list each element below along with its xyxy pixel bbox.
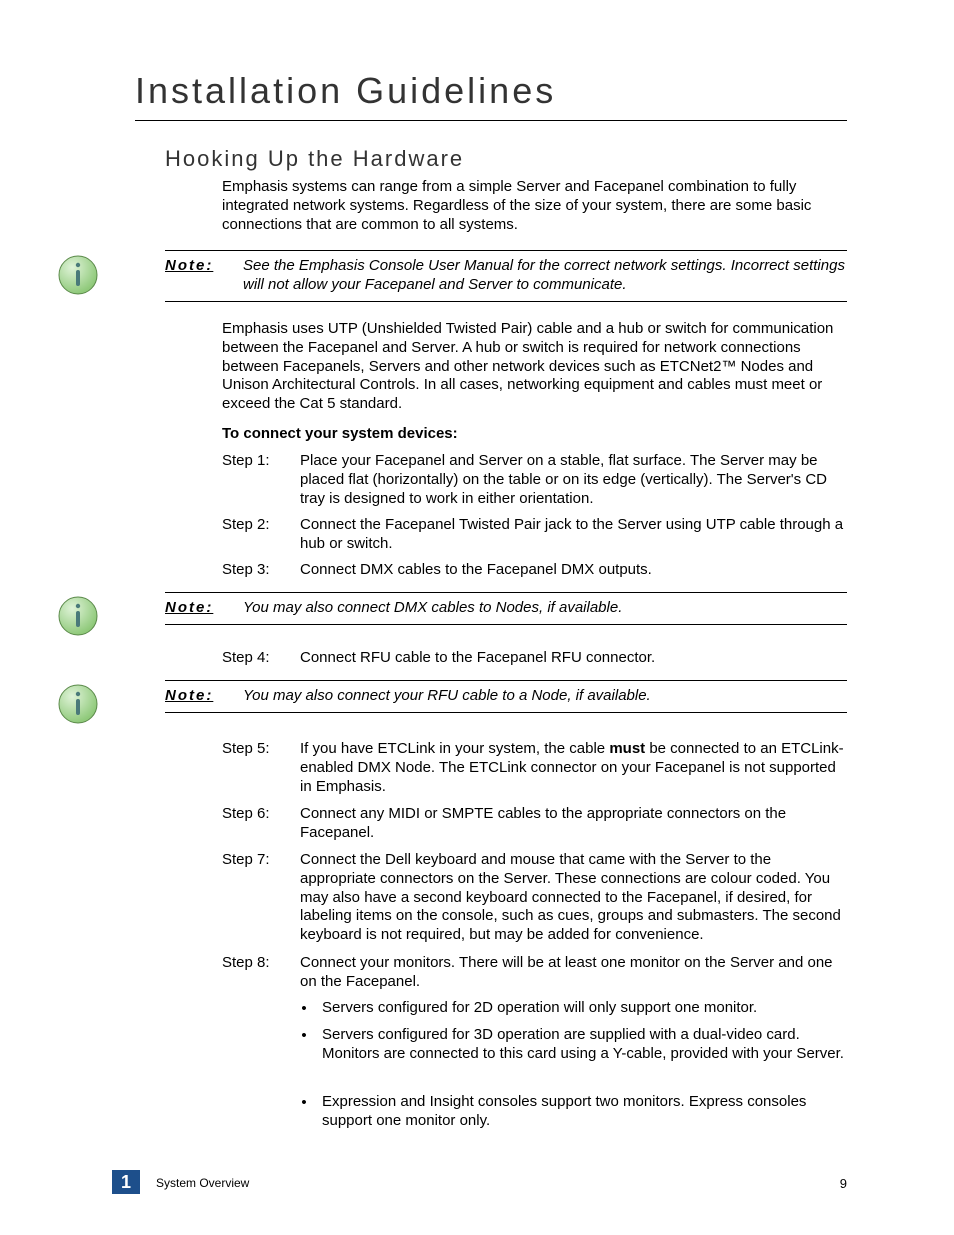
step-text-bold: must — [609, 740, 645, 757]
step-label: Step 3: — [222, 561, 280, 580]
bullet-text: Servers configured for 2D operation will… — [322, 999, 757, 1018]
horizontal-rule — [165, 624, 847, 625]
horizontal-rule — [135, 120, 847, 121]
step-text: If you have ETCLink in your system, the … — [300, 740, 847, 796]
chapter-title: Installation Guidelines — [135, 70, 556, 112]
bullet-text: Expression and Insight consoles support … — [322, 1093, 847, 1131]
note-block-3: Note: You may also connect your RFU cabl… — [165, 680, 847, 713]
step-3: Step 3: Connect DMX cables to the Facepa… — [222, 561, 847, 580]
bullet-2: • Servers configured for 3D operation ar… — [300, 1026, 847, 1064]
note-block-1: Note: See the Emphasis Console User Manu… — [165, 250, 847, 302]
step-label: Step 2: — [222, 516, 280, 535]
horizontal-rule — [165, 680, 847, 681]
footer-chapter-name: System Overview — [156, 1176, 249, 1190]
note-text: You may also connect DMX cables to Nodes… — [243, 599, 847, 618]
note-text: See the Emphasis Console User Manual for… — [243, 257, 847, 295]
bullet-text: Servers configured for 3D operation are … — [322, 1026, 847, 1064]
bullet-icon: • — [300, 999, 308, 1019]
step-label: Step 5: — [222, 740, 280, 759]
info-icon — [57, 254, 99, 296]
step-2: Step 2: Connect the Facepanel Twisted Pa… — [222, 516, 847, 554]
step-text: Connect DMX cables to the Facepanel DMX … — [300, 561, 847, 580]
step-text: Connect RFU cable to the Facepanel RFU c… — [300, 649, 847, 668]
intro-paragraph-1: Emphasis systems can range from a simple… — [222, 178, 847, 234]
step-label: Step 7: — [222, 851, 280, 870]
step-6: Step 6: Connect any MIDI or SMPTE cables… — [222, 805, 847, 843]
bullet-icon: • — [300, 1093, 308, 1113]
step-7: Step 7: Connect the Dell keyboard and mo… — [222, 851, 847, 945]
footer-chapter-number: 1 — [112, 1170, 140, 1194]
info-icon — [57, 683, 99, 725]
step-label: Step 6: — [222, 805, 280, 824]
horizontal-rule — [165, 592, 847, 593]
step-5: Step 5: If you have ETCLink in your syst… — [222, 740, 847, 796]
step-label: Step 8: — [222, 954, 280, 973]
step-text: Connect the Facepanel Twisted Pair jack … — [300, 516, 847, 554]
bullet-icon: • — [300, 1026, 308, 1046]
step-text: Connect the Dell keyboard and mouse that… — [300, 851, 847, 945]
bullet-1: • Servers configured for 2D operation wi… — [300, 999, 847, 1019]
note-label: Note: — [165, 257, 223, 274]
intro-paragraph-2: Emphasis uses UTP (Unshielded Twisted Pa… — [222, 320, 847, 414]
bullet-3: • Expression and Insight consoles suppor… — [300, 1093, 847, 1131]
step-text: Connect any MIDI or SMPTE cables to the … — [300, 805, 847, 843]
horizontal-rule — [165, 712, 847, 713]
step-label: Step 4: — [222, 649, 280, 668]
section-title: Hooking Up the Hardware — [165, 146, 464, 172]
step-text-pre: If you have ETCLink in your system, the … — [300, 740, 609, 757]
note-block-2: Note: You may also connect DMX cables to… — [165, 592, 847, 625]
page: Installation Guidelines Hooking Up the H… — [0, 0, 954, 1235]
step-8: Step 8: Connect your monitors. There wil… — [222, 954, 847, 992]
step-1: Step 1: Place your Facepanel and Server … — [222, 452, 847, 508]
horizontal-rule — [165, 250, 847, 251]
connect-heading: To connect your system devices: — [222, 425, 847, 444]
horizontal-rule — [165, 301, 847, 302]
note-text: You may also connect your RFU cable to a… — [243, 687, 847, 706]
note-label: Note: — [165, 599, 223, 616]
info-icon — [57, 595, 99, 637]
footer-page-number: 9 — [840, 1176, 847, 1191]
step-text: Connect your monitors. There will be at … — [300, 954, 847, 992]
step-text: Place your Facepanel and Server on a sta… — [300, 452, 847, 508]
step-label: Step 1: — [222, 452, 280, 471]
step-4: Step 4: Connect RFU cable to the Facepan… — [222, 649, 847, 668]
note-label: Note: — [165, 687, 223, 704]
